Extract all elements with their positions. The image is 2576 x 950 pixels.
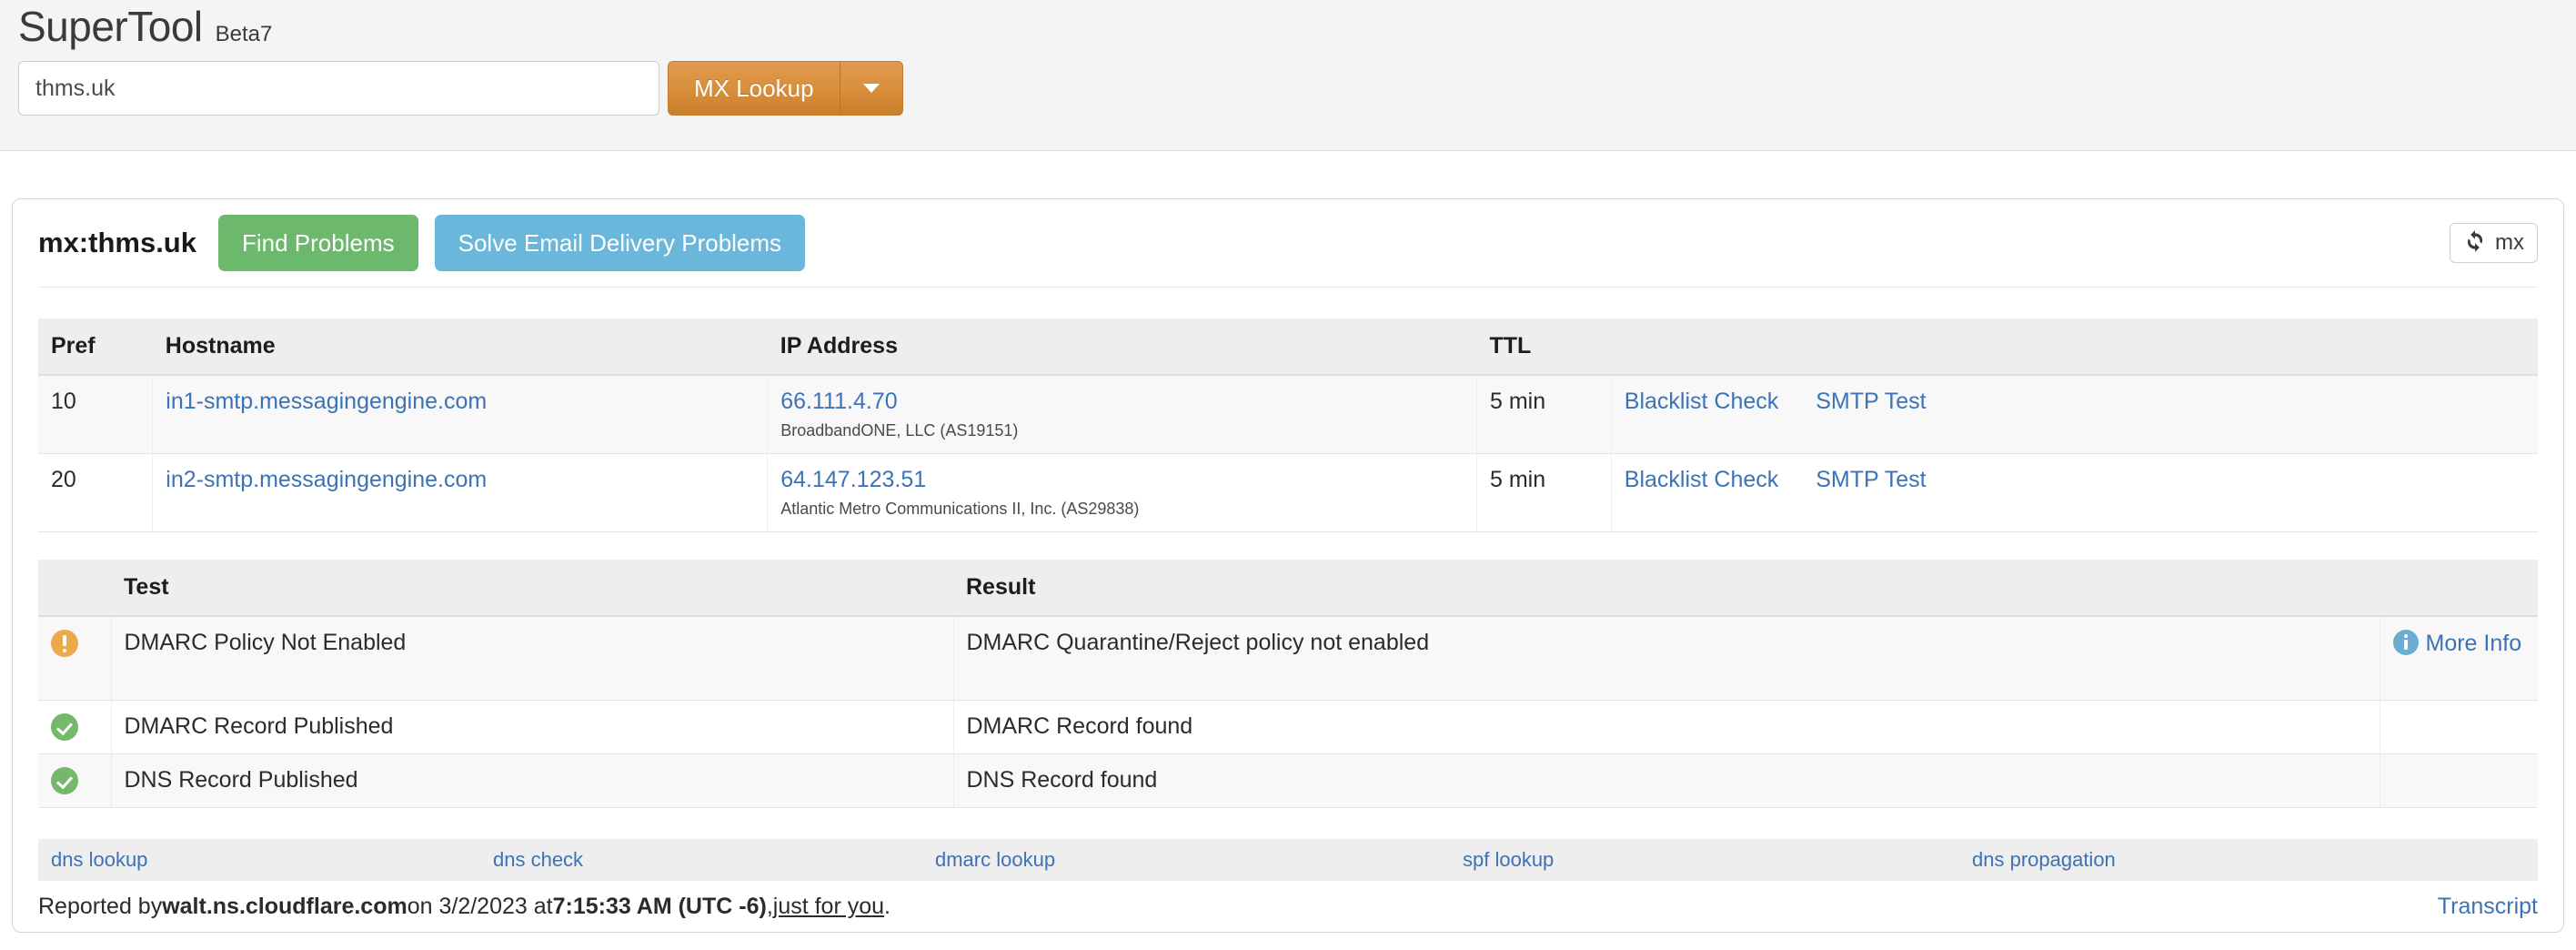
mx-ip-cell: 66.111.4.70 BroadbandONE, LLC (AS19151): [767, 375, 1477, 454]
brand: SuperTool Beta7: [18, 5, 272, 47]
column-header-ttl: TTL: [1476, 318, 1612, 376]
status-cell: [38, 700, 111, 754]
test-result: DMARC Quarantine/Reject policy not enabl…: [952, 616, 2380, 701]
mx-records-table: Pref Hostname IP Address TTL 10 in1-smtp…: [38, 318, 2538, 532]
transcript-link[interactable]: Transcript: [2438, 894, 2538, 920]
report-footer-note: Reported by walt.ns.cloudflare.com on 3/…: [38, 881, 2538, 932]
dns-lookup-link[interactable]: dns lookup: [51, 848, 493, 872]
mx-ttl: 5 min: [1476, 375, 1612, 454]
refresh-icon: [2463, 229, 2487, 258]
status-cell: [38, 753, 111, 809]
column-header-more-info: [2380, 560, 2538, 617]
column-header-pref: Pref: [38, 318, 153, 376]
lookup-button-group: MX Lookup: [668, 61, 903, 116]
table-row: DNS Record Published DNS Record found: [38, 753, 2538, 809]
mx-asn-label: BroadbandONE, LLC (AS19151): [780, 421, 1019, 440]
mx-ttl: 5 min: [1476, 453, 1612, 532]
report-time: 7:15:33 AM (UTC -6): [552, 893, 767, 919]
mx-hostname-link[interactable]: in1-smtp.messagingengine.com: [166, 389, 487, 414]
table-row: DMARC Policy Not Enabled DMARC Quarantin…: [38, 616, 2538, 701]
mx-ip-cell: 64.147.123.51 Atlantic Metro Communicati…: [767, 453, 1477, 532]
success-icon: [51, 712, 78, 741]
smtp-test-link[interactable]: SMTP Test: [1816, 389, 1926, 414]
refresh-label: mx: [2495, 230, 2524, 255]
related-tools-links: dns lookup dns check dmarc lookup spf lo…: [38, 839, 2538, 882]
dns-check-link[interactable]: dns check: [493, 848, 935, 872]
mx-actions-cell: Blacklist Check SMTP Test: [1610, 375, 2538, 454]
table-row: 20 in2-smtp.messagingengine.com 64.147.1…: [38, 453, 2538, 532]
dns-propagation-link[interactable]: dns propagation: [1972, 848, 2336, 872]
column-header-actions: [1611, 318, 2538, 376]
more-info-cell: More Info: [2379, 616, 2538, 701]
mx-actions-cell: Blacklist Check SMTP Test: [1610, 453, 2538, 532]
spf-lookup-link[interactable]: spf lookup: [1463, 848, 1972, 872]
mx-table-container: Pref Hostname IP Address TTL 10 in1-smtp…: [38, 288, 2538, 532]
test-result: DMARC Record found: [952, 700, 2380, 754]
column-header-test: Test: [111, 560, 953, 617]
mx-hostname-cell: in2-smtp.messagingengine.com: [152, 453, 768, 532]
smtp-test-link[interactable]: SMTP Test: [1816, 467, 1926, 492]
result-header: mx:thms.uk Find Problems Solve Email Del…: [38, 199, 2538, 288]
blacklist-check-link[interactable]: Blacklist Check: [1625, 467, 1779, 492]
mx-pref: 10: [38, 375, 153, 454]
tests-table-header-row: Test Result: [38, 560, 2538, 617]
more-info-cell: [2379, 753, 2538, 809]
status-cell: [38, 616, 111, 701]
query-title: mx:thms.uk: [38, 227, 196, 258]
column-header-status: [38, 560, 111, 617]
table-row: DMARC Record Published DMARC Record foun…: [38, 700, 2538, 754]
mx-ip-link[interactable]: 64.147.123.51: [780, 467, 926, 492]
tests-table-container: Test Result DMARC Policy Not Enabled DMA…: [38, 532, 2538, 809]
test-result: DNS Record found: [952, 753, 2380, 809]
column-header-hostname: Hostname: [152, 318, 768, 376]
column-header-ip-address: IP Address: [767, 318, 1477, 376]
info-icon: [2392, 630, 2419, 655]
mx-asn-label: Atlantic Metro Communications II, Inc. (…: [780, 500, 1140, 518]
result-card: mx:thms.uk Find Problems Solve Email Del…: [12, 198, 2564, 934]
report-period: .: [884, 893, 891, 919]
report-prefix: Reported by: [38, 893, 163, 919]
test-name: DNS Record Published: [110, 753, 953, 809]
table-row: 10 in1-smtp.messagingengine.com 66.111.4…: [38, 375, 2538, 454]
brand-beta-tag: Beta7: [215, 22, 273, 46]
domain-search-input[interactable]: [18, 61, 659, 116]
mx-lookup-button[interactable]: MX Lookup: [668, 61, 840, 116]
mx-hostname-cell: in1-smtp.messagingengine.com: [152, 375, 768, 454]
column-header-result: Result: [953, 560, 2380, 617]
test-name: DMARC Policy Not Enabled: [110, 616, 953, 701]
report-mid: on 3/2/2023 at: [407, 893, 553, 919]
mx-pref: 20: [38, 453, 153, 532]
chevron-down-icon: [862, 84, 880, 93]
test-name: DMARC Record Published: [110, 700, 953, 754]
report-server: walt.ns.cloudflare.com: [162, 893, 408, 919]
success-icon: [51, 767, 78, 795]
solve-email-delivery-problems-button[interactable]: Solve Email Delivery Problems: [434, 215, 806, 271]
just-for-you-link[interactable]: just for you: [773, 894, 884, 920]
report-comma: ,: [766, 893, 773, 919]
mx-table-header-row: Pref Hostname IP Address TTL: [38, 318, 2538, 376]
app-header: SuperTool Beta7 MX Lookup: [0, 0, 2576, 151]
more-info-link[interactable]: More Info: [2426, 631, 2522, 656]
test-results-table: Test Result DMARC Policy Not Enabled DMA…: [38, 560, 2538, 809]
refresh-mx-button[interactable]: mx: [2450, 223, 2538, 263]
blacklist-check-link[interactable]: Blacklist Check: [1625, 389, 1779, 414]
find-problems-button[interactable]: Find Problems: [217, 215, 418, 271]
more-info-cell: [2379, 700, 2538, 754]
dmarc-lookup-link[interactable]: dmarc lookup: [935, 848, 1463, 872]
search-row: MX Lookup: [18, 61, 903, 116]
mx-ip-link[interactable]: 66.111.4.70: [780, 389, 897, 414]
warning-icon: [51, 630, 78, 658]
mx-hostname-link[interactable]: in2-smtp.messagingengine.com: [166, 467, 487, 492]
brand-name: SuperTool: [18, 3, 203, 50]
lookup-dropdown-button[interactable]: [839, 61, 903, 116]
